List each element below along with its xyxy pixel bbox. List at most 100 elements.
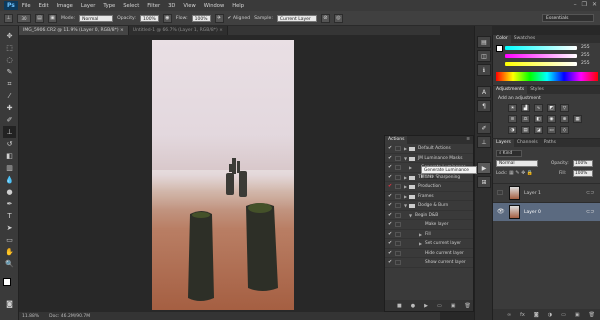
color-lookup-icon[interactable]: ▦ [573,115,582,123]
mask-icon[interactable]: ◙ [534,312,539,318]
red-slider[interactable] [505,46,577,50]
selective-color-icon[interactable]: ◇ [560,126,569,134]
posterize-icon[interactable]: ▤ [521,126,530,134]
stop-icon[interactable]: ■ [397,303,402,309]
expand-triangle-icon[interactable]: ▼ [409,211,412,221]
action-set-jm-luminance-masks[interactable]: ✔ ▼ JM Luminance Masks [385,154,473,163]
history-panel-icon[interactable]: ▤ [477,36,491,48]
clone-stamp-tool-icon[interactable]: ⊥ [3,126,16,138]
red-value[interactable]: 255 [581,45,590,50]
gradient-tool-icon[interactable]: ▥ [3,162,16,174]
pen-tool-icon[interactable]: ✒ [3,198,16,210]
tab-paths[interactable]: Paths [541,139,559,147]
hue-saturation-icon[interactable]: ≡ [508,115,517,123]
sample-select[interactable]: Current Layer [276,14,317,22]
minimize-icon[interactable]: – [574,1,577,8]
menu-type[interactable]: Type [103,3,115,9]
zoom-level[interactable]: 11.88% [22,314,39,319]
workspace-switcher[interactable]: Essentials [542,14,594,22]
dialog-toggle[interactable] [395,260,401,265]
expand-triangle-icon[interactable]: ▶ [419,239,422,249]
action-step-hide-current-layer[interactable]: ✔ Hide current layer [385,249,473,258]
fx-icon[interactable]: fx [520,312,525,318]
menu-file[interactable]: File [22,3,31,9]
black-white-icon[interactable]: ◧ [534,115,543,123]
brush-panel-icon[interactable]: ✐ [477,122,491,134]
link-icon[interactable]: ∞ [507,312,511,318]
new-set-icon[interactable]: ▭ [437,303,442,309]
brush-preset-icon[interactable]: 30 [17,13,31,23]
blur-tool-icon[interactable]: 💧 [3,174,16,186]
dialog-toggle[interactable] [395,146,401,151]
action-set-frames[interactable]: ✔ ▶ Frames [385,192,473,201]
info-panel-icon[interactable]: ℹ [477,64,491,76]
curves-icon[interactable]: ∿ [534,104,543,112]
menu-3d[interactable]: 3D [168,3,175,9]
properties-panel-icon[interactable]: ◫ [477,50,491,62]
ignore-adjustment-layers-icon[interactable]: ⊘ [320,13,330,23]
group-icon[interactable]: ▭ [561,312,566,318]
dialog-toggle[interactable] [395,155,401,161]
menu-view[interactable]: View [183,3,195,9]
layer-opacity-field[interactable]: 100% [573,160,593,167]
tab-swatches[interactable]: Swatches [511,35,539,43]
new-action-icon[interactable]: ▣ [451,303,456,309]
check-icon[interactable]: ✔ [388,239,392,249]
expand-triangle-icon[interactable]: ▶ [419,230,422,240]
close-icon[interactable]: ✕ [592,1,597,8]
tab-untitled-1[interactable]: Untitled-1 @ 66.7% (Layer 1, RGB/8*) × [128,26,228,35]
aligned-checkbox[interactable]: ✔ Aligned [228,16,251,21]
check-icon[interactable]: ✔ [388,182,392,192]
menu-help[interactable]: Help [232,3,244,9]
photo-filter-icon[interactable]: ◉ [547,115,556,123]
path-select-tool-icon[interactable]: ➤ [3,222,16,234]
record-icon[interactable]: ● [411,303,415,309]
channel-mixer-icon[interactable]: ⊕ [560,115,569,123]
tab-styles[interactable]: Styles [527,86,547,94]
toggle-brush-panel-icon[interactable]: ▤ [35,13,44,23]
exposure-icon[interactable]: ◩ [547,104,556,112]
check-icon[interactable]: ✔ [388,173,392,183]
adjustment-layer-icon[interactable]: ◑ [548,312,552,318]
expand-triangle-icon[interactable]: ▶ [404,173,407,183]
color-spectrum-ramp[interactable] [496,72,598,81]
zoom-tool-icon[interactable]: 🔍 [3,258,16,270]
airbrush-icon[interactable]: ✈ [214,13,224,23]
color-foreground-swatch[interactable] [496,45,503,52]
menu-layer[interactable]: Layer [81,3,95,9]
layer-filter-kind[interactable]: ⌕ Kind [496,150,522,157]
dialog-toggle[interactable] [395,212,401,218]
dialog-toggle[interactable] [395,165,401,170]
eraser-tool-icon[interactable]: ◧ [3,150,16,162]
layer-row-layer-1[interactable]: Layer 1 ⊂⊃ [493,183,600,202]
color-balance-icon[interactable]: ⚖ [521,115,530,123]
tab-layers[interactable]: Layers [493,139,514,147]
flow-field[interactable]: 100% [191,14,211,22]
tab-actions[interactable]: Actions [385,136,408,144]
visibility-toggle[interactable] [497,190,503,195]
menu-filter[interactable]: Filter [147,3,160,9]
check-icon[interactable]: ✔ [388,258,392,268]
dialog-toggle[interactable] [395,203,401,208]
move-tool-icon[interactable]: ✥ [3,30,16,42]
play-icon[interactable]: ▶ [424,303,428,309]
check-icon[interactable]: ✔ [388,211,392,221]
menu-image[interactable]: Image [57,3,73,9]
blend-mode-select[interactable]: Normal [496,160,538,167]
invert-icon[interactable]: ◑ [508,126,517,134]
crop-tool-icon[interactable]: ⌗ [3,78,16,90]
levels-icon[interactable]: ▟ [521,104,530,112]
eyedropper-tool-icon[interactable]: ⁄ [3,90,16,102]
dialog-toggle[interactable] [395,241,401,246]
dodge-tool-icon[interactable]: ● [3,186,16,198]
paragraph-panel-icon[interactable]: ¶ [477,100,491,112]
action-set-production[interactable]: ✔ ▶ Production [385,182,473,192]
clone-stamp-tool-icon[interactable]: ⊥ [4,13,13,23]
action-step-show-current-layer[interactable]: ✔ Show current layer [385,258,473,268]
healing-brush-tool-icon[interactable]: ✚ [3,102,16,114]
dialog-toggle[interactable] [395,184,401,189]
threshold-icon[interactable]: ◪ [534,126,543,134]
history-brush-tool-icon[interactable]: ↺ [3,138,16,150]
vibrance-icon[interactable]: ▽ [560,104,569,112]
dialog-toggle[interactable] [395,250,401,256]
